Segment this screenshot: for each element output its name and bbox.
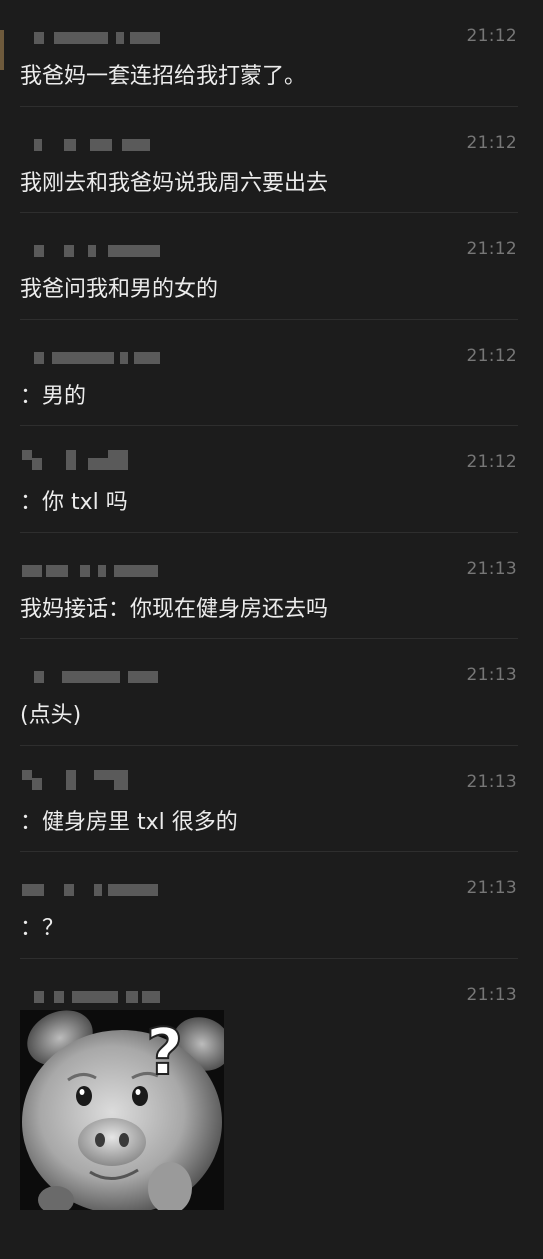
message-time: 21:13 bbox=[466, 558, 517, 579]
message-text: ：？ bbox=[20, 916, 65, 941]
sender-name-redacted bbox=[22, 138, 162, 153]
chat-message-list: 21:12 我爸妈一套连招给我打蒙了。 21:12 我刚去和我爸妈说我周六要出去… bbox=[0, 0, 543, 1259]
message-text: ：男的 bbox=[20, 383, 87, 409]
message-time: 21:13 bbox=[466, 665, 517, 685]
message-item[interactable]: 21:13 ：健身房里 txl 很多的 bbox=[0, 746, 543, 852]
message-text: 我爸妈一套连招给我打蒙了。 bbox=[20, 64, 307, 89]
message-text: 我爸问我和男的女的 bbox=[20, 277, 219, 302]
message-time: 21:12 bbox=[466, 239, 517, 259]
sender-name-redacted bbox=[22, 884, 162, 898]
sender-name-redacted bbox=[22, 32, 162, 46]
message-time: 21:12 bbox=[466, 132, 517, 153]
message-time: 21:12 bbox=[466, 26, 517, 46]
message-item[interactable]: 21:13 ：？ bbox=[0, 852, 543, 959]
sender-name-redacted bbox=[22, 769, 162, 792]
message-item[interactable]: 21:12 ：男的 bbox=[0, 320, 543, 426]
confused-pig-sticker-icon[interactable]: ? bbox=[20, 1009, 224, 1210]
sender-name-redacted bbox=[22, 990, 162, 1005]
message-text: 我刚去和我爸妈说我周六要出去 bbox=[20, 170, 329, 196]
message-item[interactable]: 21:13 (点头) bbox=[0, 639, 543, 746]
message-time: 21:13 bbox=[466, 771, 517, 792]
message-time: 21:13 bbox=[466, 984, 517, 1005]
message-time: 21:12 bbox=[466, 345, 517, 366]
message-text: (点头) bbox=[20, 703, 82, 728]
message-item-sticker[interactable]: 21:13 ? bbox=[0, 959, 543, 1259]
message-text: ：你 txl 吗 bbox=[20, 490, 128, 515]
sender-name-redacted bbox=[22, 245, 162, 259]
message-item[interactable]: 21:12 ：你 txl 吗 bbox=[0, 426, 543, 533]
message-item[interactable]: 21:12 我刚去和我爸妈说我周六要出去 bbox=[0, 107, 543, 213]
message-item[interactable]: 21:13 我妈接话：你现在健身房还去吗 bbox=[0, 533, 543, 639]
sender-name-redacted bbox=[22, 671, 162, 685]
message-text: 我妈接话：你现在健身房还去吗 bbox=[20, 596, 329, 622]
message-text: ：健身房里 txl 很多的 bbox=[20, 809, 238, 835]
pig-sticker-graphic: ? bbox=[20, 1009, 224, 1210]
message-item[interactable]: 21:12 我爸妈一套连招给我打蒙了。 bbox=[0, 0, 543, 107]
message-time: 21:12 bbox=[466, 452, 517, 472]
sender-name-redacted bbox=[22, 450, 162, 472]
sender-name-redacted bbox=[22, 351, 162, 366]
message-item[interactable]: 21:12 我爸问我和男的女的 bbox=[0, 213, 543, 320]
message-time: 21:13 bbox=[466, 878, 517, 898]
sender-name-redacted bbox=[22, 564, 162, 579]
svg-text:?: ? bbox=[146, 1016, 183, 1090]
